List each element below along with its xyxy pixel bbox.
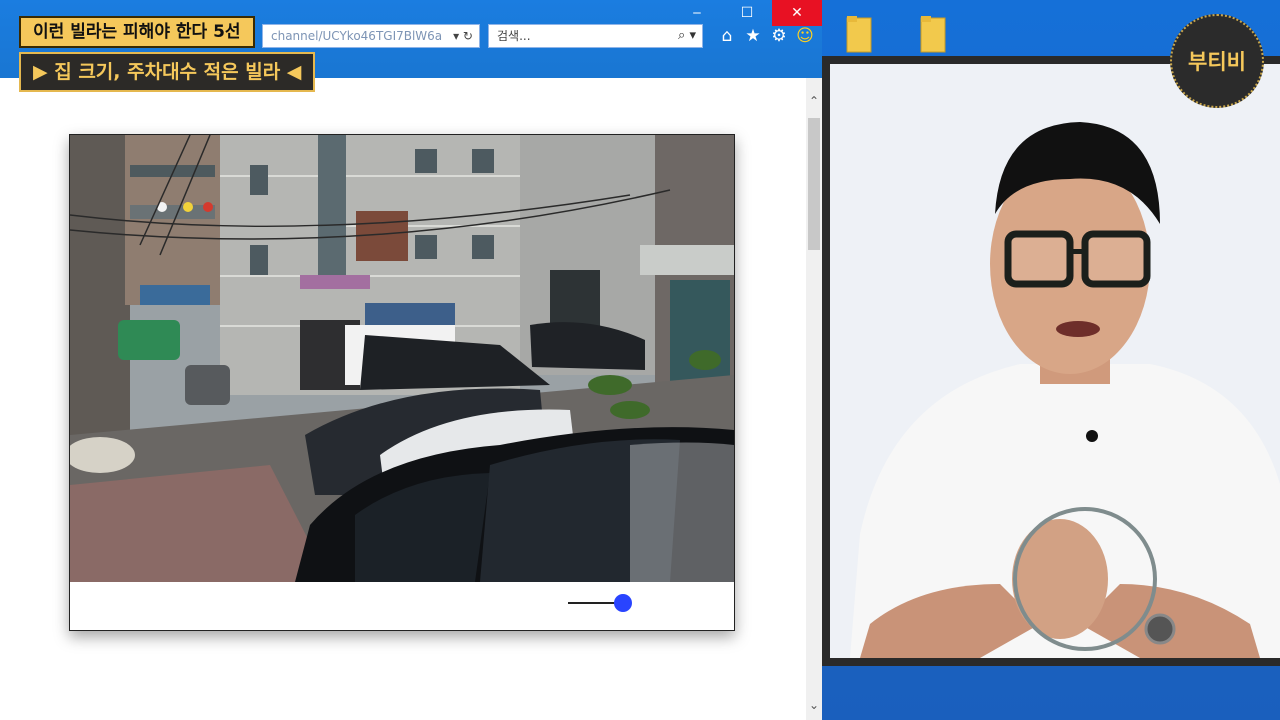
presenter-video-panel: [822, 56, 1280, 666]
video-subtitle-caption: ▶ 집 크기, 주차대수 적은 빌라 ◀: [19, 52, 316, 92]
page-content: [0, 78, 806, 720]
folder-icon[interactable]: [920, 14, 946, 54]
scroll-up-icon[interactable]: ⌃: [806, 94, 822, 108]
vertical-scrollbar[interactable]: ⌃ ⌄: [806, 78, 822, 720]
address-text: channel/UCYko46TGI7BlW6a: [271, 29, 443, 43]
video-title-caption: 이런 빌라는 피해야 한다 5선: [19, 16, 255, 48]
street-photo: [70, 135, 734, 582]
gear-icon[interactable]: ⚙: [770, 26, 788, 46]
channel-logo: 부티비: [1170, 14, 1264, 108]
search-icon[interactable]: ⌕ ▾: [678, 25, 696, 47]
smiley-icon[interactable]: ☺: [796, 26, 814, 46]
minimize-button[interactable]: ‒: [672, 0, 722, 26]
photo-card: [69, 134, 735, 631]
star-icon[interactable]: ★: [744, 26, 762, 46]
nav-icons: ⌂ ★ ⚙ ☺: [718, 26, 814, 46]
browser-window: ‒ ☐ ✕ channel/UCYko46TGI7BlW6a ▾ ↻ 검색...…: [0, 0, 822, 720]
refresh-icon[interactable]: ▾ ↻: [453, 25, 473, 47]
folder-icon[interactable]: [846, 14, 872, 54]
search-input[interactable]: 검색... ⌕ ▾: [488, 24, 703, 48]
presenter-video: [830, 64, 1280, 658]
address-bar[interactable]: channel/UCYko46TGI7BlW6a ▾ ↻: [262, 24, 480, 48]
scroll-thumb[interactable]: [808, 118, 820, 250]
window-controls: ‒ ☐ ✕: [672, 0, 822, 26]
search-placeholder: 검색...: [497, 29, 531, 43]
slider-track[interactable]: [568, 602, 620, 604]
maximize-button[interactable]: ☐: [722, 0, 772, 26]
home-icon[interactable]: ⌂: [718, 26, 736, 46]
close-button[interactable]: ✕: [772, 0, 822, 26]
slider-handle[interactable]: [614, 594, 632, 612]
screen: ‒ ☐ ✕ channel/UCYko46TGI7BlW6a ▾ ↻ 검색...…: [0, 0, 1280, 720]
scroll-down-icon[interactable]: ⌄: [806, 698, 822, 712]
